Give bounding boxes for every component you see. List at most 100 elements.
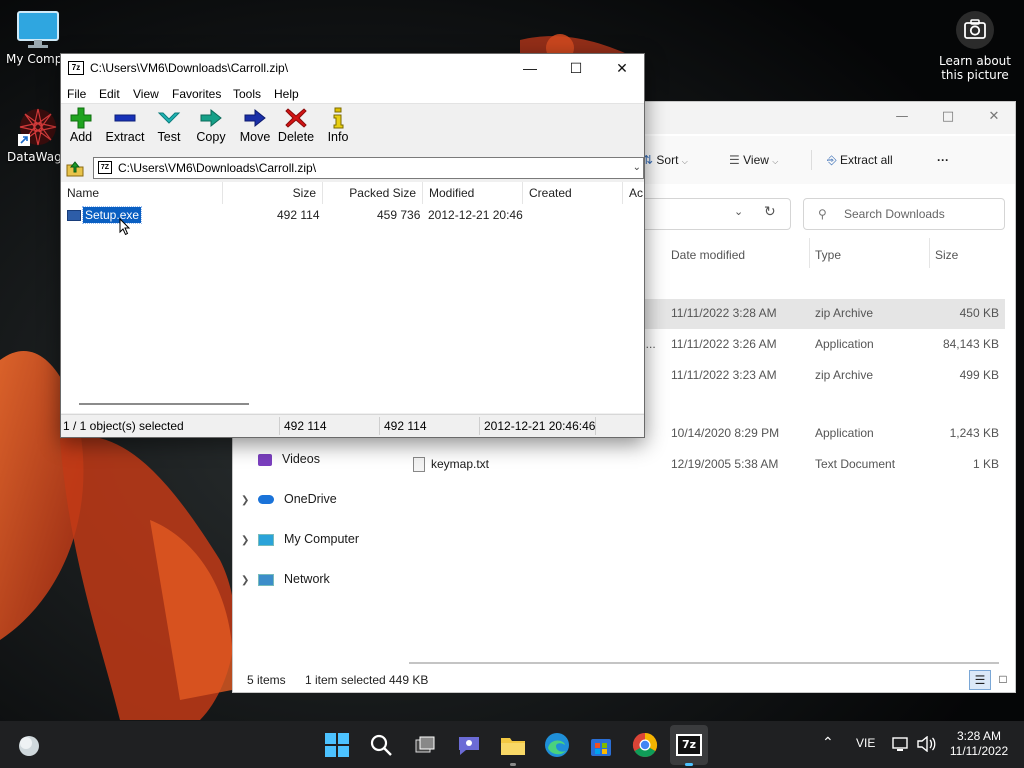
row-name: Setup.exe (81, 206, 143, 224)
view-button[interactable]: ☰ View ⌵ (729, 148, 778, 172)
chat-icon[interactable] (454, 730, 484, 760)
more-options-button[interactable]: ··· (937, 148, 949, 172)
volume-icon[interactable] (916, 736, 936, 752)
horizontal-scrollbar[interactable] (79, 403, 249, 405)
minus-icon (114, 114, 136, 122)
edge-icon[interactable] (542, 730, 572, 760)
explorer-address-bar[interactable]: ⌄ ↻ (633, 198, 791, 230)
sort-button[interactable]: ⇅ Sort ⌵ (643, 148, 688, 172)
move-label: Move (239, 130, 271, 144)
chevron-up-icon[interactable]: ⌃ (822, 734, 834, 751)
extract-label: Extract (105, 130, 145, 144)
chevron-right-icon[interactable]: ❯ (241, 569, 255, 593)
chrome-icon[interactable] (630, 730, 660, 760)
table-row[interactable]: i... 11/11/2022 3:26 AM Application 84,1… (633, 330, 1005, 360)
add-button[interactable]: Add (67, 107, 95, 144)
status-bar: 1 / 1 object(s) selected 492 114 492 114… (61, 414, 644, 437)
language-indicator[interactable]: VIE (856, 736, 875, 750)
menu-edit[interactable]: Edit (99, 87, 120, 101)
view-label: View (743, 153, 769, 167)
test-label: Test (157, 130, 181, 144)
divider (809, 238, 810, 268)
column-date-modified[interactable]: Date modified (671, 248, 745, 262)
widgets-icon[interactable] (14, 730, 44, 760)
extract-button[interactable]: Extract (105, 107, 145, 144)
network-icon[interactable] (892, 736, 910, 752)
exe-file-icon (67, 210, 81, 221)
folder-icon[interactable] (498, 730, 528, 760)
nav-item-my-computer[interactable]: ❯ My Computer (241, 527, 359, 551)
copy-button[interactable]: Copy (195, 107, 227, 144)
sevenzip-titlebar[interactable]: 7z C:\Users\VM6\Downloads\Carroll.zip\ —… (61, 54, 644, 84)
chevron-right-icon[interactable]: ❯ (241, 529, 255, 553)
nav-item-network[interactable]: ❯ Network (241, 567, 330, 591)
horizontal-scrollbar[interactable] (409, 662, 999, 664)
menu-bar: File Edit View Favorites Tools Help (61, 84, 644, 104)
info-button[interactable]: Info (325, 107, 351, 144)
minimize-button[interactable]: — (507, 54, 553, 84)
path-combobox[interactable]: 7Z C:\Users\VM6\Downloads\Carroll.zip\ ⌄ (93, 157, 644, 179)
menu-help[interactable]: Help (274, 87, 299, 101)
column-size[interactable]: Size (223, 182, 323, 204)
column-accessed[interactable]: Ac (623, 182, 644, 204)
row-date: 12/19/2005 5:38 AM (671, 457, 779, 471)
nav-item-videos[interactable]: Videos (241, 447, 320, 471)
column-size[interactable]: Size (935, 248, 958, 262)
learn-about-picture[interactable]: Learn about this picture (928, 10, 1022, 82)
network-icon (258, 573, 275, 586)
sevenzip-taskbar-button[interactable]: 7z (674, 730, 704, 760)
window-title: C:\Users\VM6\Downloads\Carroll.zip\ (90, 61, 289, 75)
sevenzip-app-icon: 7z (68, 61, 84, 75)
test-button[interactable]: Test (155, 107, 183, 144)
search-icon[interactable] (366, 730, 396, 760)
extract-all-button[interactable]: ⎆ Extract all (827, 148, 893, 172)
datawagon-icon (18, 108, 57, 146)
delete-label: Delete (277, 130, 315, 144)
maximize-button[interactable]: ☐ (553, 54, 599, 84)
tiles-view-icon[interactable]: □ (993, 670, 1013, 690)
menu-view[interactable]: View (133, 87, 159, 101)
column-packed-size[interactable]: Packed Size (323, 182, 423, 204)
menu-tools[interactable]: Tools (233, 87, 261, 101)
details-view-icon[interactable]: ☰ (969, 670, 991, 690)
nav-item-onedrive[interactable]: ❯ OneDrive (241, 487, 337, 511)
column-name[interactable]: Name (61, 182, 223, 204)
table-row[interactable]: 11/11/2022 3:28 AM zip Archive 450 KB (633, 299, 1005, 329)
close-button[interactable]: ✕ (971, 102, 1017, 132)
refresh-icon[interactable]: ↻ (764, 204, 776, 220)
move-button[interactable]: Move (239, 107, 271, 144)
menu-favorites[interactable]: Favorites (172, 87, 221, 101)
task-view-icon[interactable] (410, 730, 440, 760)
minimize-button[interactable]: — (879, 102, 925, 132)
table-row[interactable]: 10/14/2020 8:29 PM Application 1,243 KB (633, 419, 1005, 449)
chevron-down-icon[interactable]: ⌄ (633, 158, 641, 178)
divider (811, 150, 812, 170)
delete-button[interactable]: Delete (277, 107, 315, 144)
extract-all-icon: ⎆ (827, 153, 837, 167)
menu-file[interactable]: File (67, 87, 86, 101)
status-selected: 1 / 1 object(s) selected (63, 419, 184, 433)
nav-label: OneDrive (283, 492, 337, 506)
store-icon[interactable] (586, 730, 616, 760)
search-input[interactable]: ⚲ Search Downloads (803, 198, 1005, 230)
column-modified[interactable]: Modified (423, 182, 523, 204)
clock[interactable]: 3:28 AM 11/11/2022 (944, 729, 1014, 759)
nav-label: Network (283, 572, 330, 586)
add-label: Add (69, 130, 93, 144)
table-row[interactable]: 11/11/2022 3:23 AM zip Archive 499 KB (633, 361, 1005, 391)
computer-icon (258, 533, 275, 546)
table-row[interactable]: keymap.txt 12/19/2005 5:38 AM Text Docum… (409, 450, 1005, 480)
chevron-down-icon: ⌵ (772, 157, 779, 166)
column-created[interactable]: Created (523, 182, 623, 204)
chevron-right-icon[interactable]: ❯ (241, 489, 255, 513)
active-indicator (685, 763, 693, 766)
item-count: 5 items (247, 673, 286, 687)
folder-up-icon[interactable] (65, 158, 85, 178)
copy-label: Copy (196, 130, 226, 144)
close-button[interactable]: ✕ (599, 54, 645, 84)
explorer-status-bar: 5 items 1 item selected 449 KB ☰ □ (233, 670, 1015, 692)
column-type[interactable]: Type (815, 248, 841, 262)
maximize-button[interactable]: □ (925, 102, 971, 132)
start-icon[interactable] (322, 730, 352, 760)
cloud-icon (258, 495, 275, 505)
